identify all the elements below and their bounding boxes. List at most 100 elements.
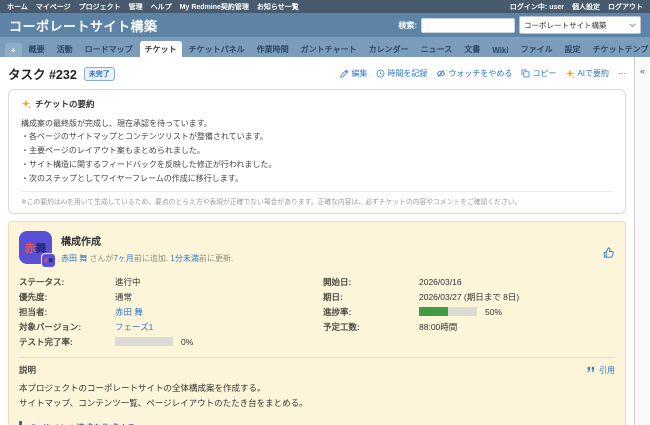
issue-card-head-text: 構成作成 赤田 舞 さんが7ヶ月前に追加. 1分未満前に更新. <box>61 231 594 264</box>
attribute-row: 進捗率: 50% <box>323 304 615 319</box>
attributes-right: 開始日:2026/03/16期日:2026/03/27 (期日まで 8日)進捗率… <box>323 274 615 349</box>
topbar-link[interactable]: ホーム <box>7 2 28 12</box>
topbar-link[interactable]: 管理 <box>129 2 143 12</box>
attribute-value-link[interactable]: フェーズ1 <box>115 321 153 333</box>
topbar-link[interactable]: お知らせ一覧 <box>257 2 299 12</box>
pencil-icon <box>340 69 349 78</box>
action-more[interactable]: ⋯ <box>618 69 626 78</box>
tab[interactable]: Wiki <box>487 43 513 57</box>
clock-icon <box>376 69 385 78</box>
tab[interactable]: 設定 <box>560 41 586 57</box>
updated-time-link[interactable]: 1分未満 <box>170 254 198 263</box>
attribute-row: テスト完了率: 0% <box>19 334 311 349</box>
attribute-row: ステータス:進行中 <box>19 274 311 289</box>
action-clock[interactable]: 時間を記録 <box>376 68 427 79</box>
description-line: 本プロジェクトのコーポレートサイトの全体構成案を作成する。 <box>19 381 615 396</box>
action-sparkle[interactable]: AIで要約 <box>565 68 609 79</box>
top-menu-left: ホームマイページプロジェクト管理ヘルプ My Redmine契約管理お知らせ一覧 <box>7 2 299 12</box>
action-label: AIで要約 <box>577 68 609 79</box>
issue-meta: 赤田 舞 さんが7ヶ月前に追加. 1分未満前に更新. <box>61 253 594 264</box>
topbar-link[interactable]: マイページ <box>36 2 71 12</box>
current-user: user <box>549 4 564 11</box>
attribute-value: 88:00時間 <box>419 321 457 333</box>
attributes-left: ステータス:進行中優先度:通常担当者:赤田 舞対象バージョン:フェーズ1テスト完… <box>19 274 311 349</box>
meta-text: さんが <box>87 254 113 263</box>
topbar-link[interactable]: プロジェクト <box>79 2 121 12</box>
tab[interactable]: カレンダー <box>364 41 414 57</box>
ai-summary-bullet: ・サイト構造に関するフィードバックを反映した修正が行われました。 <box>21 158 613 172</box>
action-pencil[interactable]: 編集 <box>340 68 367 79</box>
tabs-list: 概要活動ロードマップチケットチケットパネル作業時間ガントチャートカレンダーニュー… <box>24 41 650 57</box>
action-label: コピー <box>532 68 556 79</box>
tab[interactable]: 概要 <box>24 41 50 57</box>
content-area: タスク #232 未完了 編集時間を記録ウォッチをやめるコピーAIで要約⋯ チケ… <box>0 57 650 425</box>
tab[interactable]: ファイル <box>516 41 558 57</box>
project-jump-select[interactable]: コーポレートサイト構築 <box>519 16 641 34</box>
thumbs-up-icon[interactable] <box>603 245 615 263</box>
description-line: サイトマップ、コンテンツ一覧、ページレイアウトのたたき台をまとめる。 <box>19 396 615 411</box>
tab[interactable]: 活動 <box>52 41 78 57</box>
search-area: 検索: コーポレートサイト構築 <box>398 16 641 34</box>
progress-value: 0% <box>181 337 193 347</box>
attribute-label: ステータス: <box>19 276 115 288</box>
progress-value: 50% <box>485 307 502 317</box>
description-title: 説明 <box>19 364 36 376</box>
added-time-link[interactable]: 7ヶ月 <box>113 254 133 263</box>
sparkle-icon <box>565 69 575 79</box>
issue-actions: 編集 時間を記録ウォッチをやめる コピー AIで要約 ⋯ <box>340 68 626 79</box>
ai-summary-bullet: ・各ページのサイトマップとコンテンツリストが整備されています。 <box>21 130 613 144</box>
action-eye-off[interactable]: ウォッチをやめる <box>436 68 512 79</box>
avatar-char-1: 赤 <box>25 240 36 256</box>
action-label: ⋯ <box>618 69 626 78</box>
attribute-row: 対象バージョン:フェーズ1 <box>19 319 311 334</box>
tab[interactable]: チケット <box>140 41 182 57</box>
avatar-badge-char-2: 舞 <box>49 258 54 264</box>
tab[interactable]: ロードマップ <box>80 41 138 57</box>
login-label: ログイン中: <box>510 4 547 11</box>
tab[interactable]: 作業時間 <box>252 41 294 57</box>
description-body: 本プロジェクトのコーポレートサイトの全体構成案を作成する。サイトマップ、コンテン… <box>19 381 615 411</box>
account-link[interactable]: ログアウト <box>608 2 643 12</box>
search-input[interactable] <box>421 18 515 33</box>
issue-header-row: タスク #232 未完了 編集時間を記録ウォッチをやめるコピーAIで要約⋯ <box>8 64 626 83</box>
quote-icon <box>587 366 596 374</box>
quote-link[interactable]: 引用 <box>587 365 615 376</box>
tab[interactable]: チケットパネル <box>184 41 250 57</box>
attribute-row: 担当者:赤田 舞 <box>19 304 311 319</box>
tab[interactable]: ニュース <box>416 41 458 57</box>
sidebar-rail: « <box>634 57 650 425</box>
action-copy[interactable]: コピー <box>521 68 556 79</box>
add-tab-button[interactable]: + <box>5 43 22 57</box>
attribute-value-link[interactable]: 赤田 舞 <box>115 306 143 318</box>
ai-summary-bullet: ・次のステップとしてワイヤーフレームの作成に移行します。 <box>21 172 613 186</box>
meta-text: 前に追加. <box>134 254 170 263</box>
avatar[interactable]: 赤舞 赤舞 <box>19 231 52 264</box>
status-badge: 未完了 <box>84 67 115 81</box>
attribute-value: 2026/03/27 (期日まで 8日) <box>419 291 519 303</box>
action-label: 時間を記録 <box>387 68 427 79</box>
ai-summary-header: チケットの要約 <box>21 98 613 110</box>
tab[interactable]: ガントチャート <box>296 41 362 57</box>
description-callout-link[interactable]: サイトの構成を作成する <box>19 421 615 425</box>
collapse-sidebar-button[interactable]: « <box>640 66 645 76</box>
attribute-label: 期日: <box>323 291 419 303</box>
author-link[interactable]: 赤田 舞 <box>61 254 87 263</box>
ai-summary-bullets: ・各ページのサイトマップとコンテンツリストが整備されています。・主要ページのレイ… <box>21 130 613 186</box>
topbar-link[interactable]: ヘルプ <box>151 2 172 12</box>
attribute-label: テスト完了率: <box>19 336 115 348</box>
main-pane: タスク #232 未完了 編集時間を記録ウォッチをやめるコピーAIで要約⋯ チケ… <box>0 57 634 425</box>
attribute-label: 進捗率: <box>323 306 419 318</box>
project-header: コーポレートサイト構築 検索: コーポレートサイト構築 <box>0 13 650 37</box>
account-link[interactable]: 個人設定 <box>572 2 600 12</box>
attribute-value: 進行中 <box>115 276 141 288</box>
issue-card: 赤舞 赤舞 構成作成 赤田 舞 さんが7ヶ月前に追加. 1分未満前に更新. ステ… <box>8 221 626 425</box>
search-label: 検索: <box>398 20 417 31</box>
progress-bar-fill <box>419 307 448 316</box>
attribute-row: 予定工数:88:00時間 <box>323 319 615 334</box>
chevron-down-icon <box>629 23 636 28</box>
project-title: コーポレートサイト構築 <box>9 16 158 35</box>
tab[interactable]: 文書 <box>459 41 485 57</box>
topbar-link[interactable]: My Redmine契約管理 <box>180 2 249 12</box>
tab[interactable]: チケットテンプレート <box>588 41 650 57</box>
attributes-grid: ステータス:進行中優先度:通常担当者:赤田 舞対象バージョン:フェーズ1テスト完… <box>19 274 615 349</box>
